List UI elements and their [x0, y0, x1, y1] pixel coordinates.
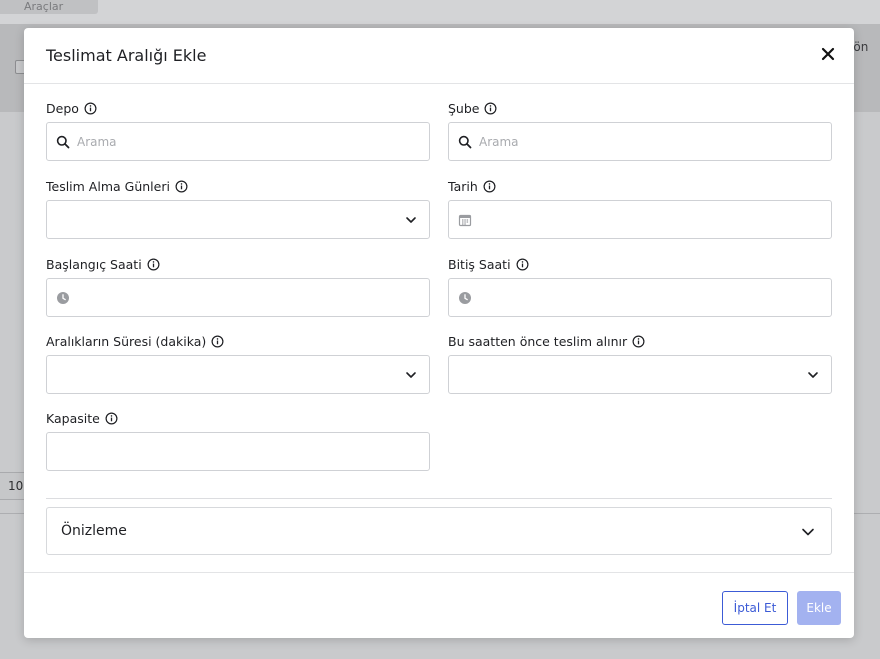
chevron-down-icon [802, 528, 814, 536]
depo-label-row: Depo [46, 100, 430, 116]
search-icon [56, 135, 70, 149]
cancel-button[interactable]: İptal Et [722, 591, 788, 625]
bu-saatten-once-label-row: Bu saatten önce teslim alınır [448, 333, 832, 349]
modal-title: Teslimat Aralığı Ekle [46, 46, 207, 65]
depo-field: Depo [46, 100, 430, 161]
chevron-down-icon [406, 372, 416, 378]
tools-button: Araçlar [0, 0, 98, 14]
background-toolbar: Araçlar [0, 0, 880, 24]
kapasite-input-box [46, 432, 430, 471]
chevron-down-icon [808, 372, 818, 378]
teslim-alma-gunleri-label: Teslim Alma Günleri [46, 178, 170, 194]
depo-search-input[interactable] [77, 132, 397, 152]
info-icon[interactable] [211, 335, 224, 348]
tarih-input[interactable] [479, 210, 799, 230]
close-button[interactable] [818, 44, 838, 64]
add-button[interactable]: Ekle [797, 591, 841, 625]
baslangic-saati-label: Başlangıç Saati [46, 256, 142, 272]
chevron-down-icon [406, 217, 416, 223]
bitis-saati-input-box [448, 278, 832, 317]
bitis-saati-label: Bitiş Saati [448, 256, 511, 272]
bitis-saati-input[interactable] [479, 288, 799, 308]
tarih-date-input-box [448, 200, 832, 239]
info-icon[interactable] [516, 258, 529, 271]
preview-accordion[interactable]: Önizleme [46, 507, 832, 555]
modal-footer-divider [24, 572, 854, 573]
bitis-saati-field: Bitiş Saati [448, 256, 832, 317]
bitis-saati-label-row: Bitiş Saati [448, 256, 832, 272]
preview-label: Önizleme [61, 523, 127, 539]
teslim-alma-gunleri-field: Teslim Alma Günleri [46, 178, 430, 239]
calendar-icon [458, 214, 472, 227]
search-icon [458, 135, 472, 149]
info-icon[interactable] [483, 180, 496, 193]
bu-saatten-once-select[interactable] [448, 355, 832, 394]
sube-label: Şube [448, 100, 480, 116]
tarih-label-row: Tarih [448, 178, 832, 194]
section-divider [46, 498, 832, 499]
clock-icon [459, 292, 471, 304]
close-icon [821, 47, 835, 61]
sube-field: Şube [448, 100, 832, 161]
sube-label-row: Şube [448, 100, 832, 116]
araliklarin-suresi-label: Aralıkların Süresi (dakika) [46, 333, 207, 349]
sube-search-input[interactable] [479, 132, 799, 152]
clock-icon [57, 292, 69, 304]
bu-saatten-once-field: Bu saatten önce teslim alınır [448, 333, 832, 394]
baslangic-saati-input-box [46, 278, 430, 317]
add-delivery-slot-modal: Teslimat Aralığı Ekle Depo Şube Teslim A… [24, 28, 854, 638]
info-icon[interactable] [632, 335, 645, 348]
tools-label: Araçlar [24, 0, 64, 13]
araliklarin-suresi-select[interactable] [46, 355, 430, 394]
teslim-alma-gunleri-select[interactable] [46, 200, 430, 239]
kapasite-label-row: Kapasite [46, 410, 430, 426]
araliklarin-suresi-field: Aralıkların Süresi (dakika) [46, 333, 430, 394]
modal-header: Teslimat Aralığı Ekle [24, 28, 854, 84]
info-icon[interactable] [484, 102, 497, 115]
araliklarin-suresi-label-row: Aralıkların Süresi (dakika) [46, 333, 430, 349]
tarih-field: Tarih [448, 178, 832, 239]
teslim-alma-gunleri-label-row: Teslim Alma Günleri [46, 178, 430, 194]
baslangic-saati-field: Başlangıç Saati [46, 256, 430, 317]
kapasite-field: Kapasite [46, 410, 430, 471]
baslangic-saati-label-row: Başlangıç Saati [46, 256, 430, 272]
kapasite-label: Kapasite [46, 410, 100, 426]
baslangic-saati-input[interactable] [77, 288, 397, 308]
depo-label: Depo [46, 100, 79, 116]
tarih-label: Tarih [448, 178, 478, 194]
sube-search-input-box [448, 122, 832, 161]
info-icon[interactable] [105, 412, 118, 425]
info-icon[interactable] [175, 180, 188, 193]
kapasite-input[interactable] [57, 442, 377, 462]
depo-search-input-box [46, 122, 430, 161]
info-icon[interactable] [84, 102, 97, 115]
bu-saatten-once-label: Bu saatten önce teslim alınır [448, 333, 628, 349]
info-icon[interactable] [147, 258, 160, 271]
